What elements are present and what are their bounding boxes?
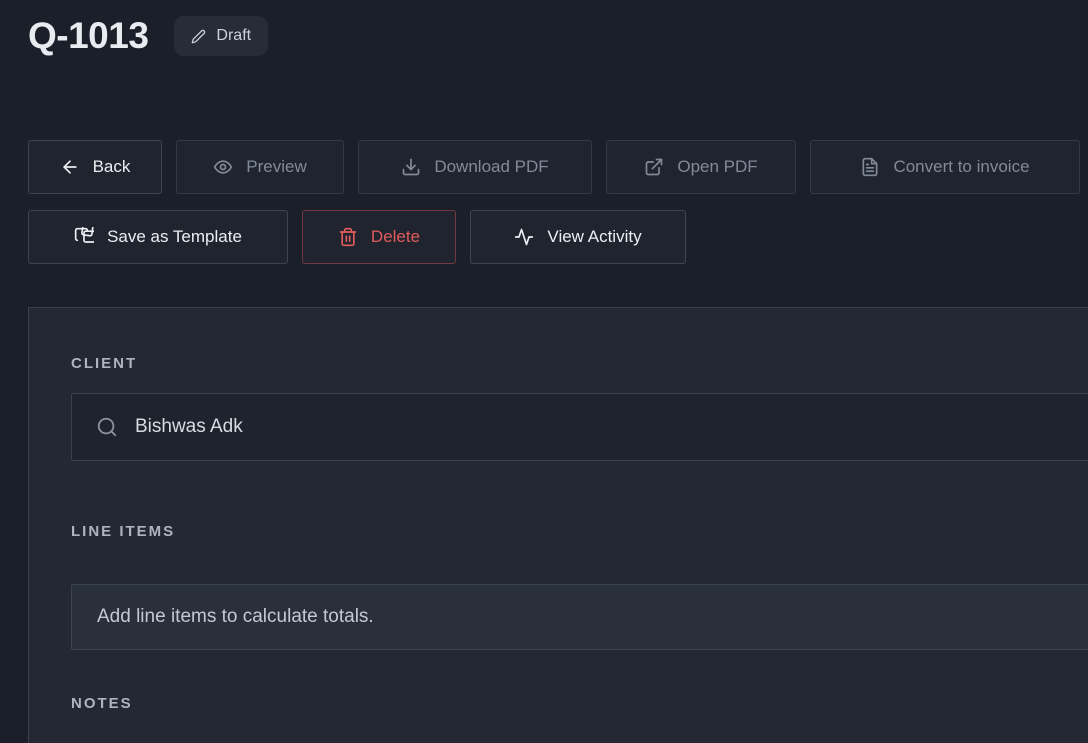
download-pdf-button[interactable]: Download PDF	[358, 140, 592, 194]
client-search-input[interactable]	[135, 394, 1088, 460]
trash-icon	[338, 227, 358, 247]
save-as-template-button-label: Save as Template	[107, 227, 242, 247]
convert-to-invoice-button-label: Convert to invoice	[893, 157, 1029, 177]
line-items-section-label: LINE ITEMS	[71, 523, 1088, 540]
back-button-label: Back	[93, 157, 131, 177]
pencil-icon	[191, 29, 206, 44]
toolbar-row-1: Back Preview Download PDF Open PDF Conve…	[28, 140, 1088, 194]
convert-to-invoice-button[interactable]: Convert to invoice	[810, 140, 1080, 194]
quote-detail-panel: CLIENT LINE ITEMS Add line items to calc…	[28, 307, 1088, 743]
preview-button-label: Preview	[246, 157, 306, 177]
download-pdf-button-label: Download PDF	[434, 157, 548, 177]
activity-icon	[514, 227, 534, 247]
page-header: Q-1013 Draft	[0, 0, 1088, 60]
client-section-label: CLIENT	[71, 355, 1088, 372]
view-activity-button[interactable]: View Activity	[470, 210, 686, 264]
page-title: Q-1013	[28, 15, 148, 57]
delete-button[interactable]: Delete	[302, 210, 456, 264]
copy-icon	[74, 227, 94, 247]
open-pdf-button-label: Open PDF	[677, 157, 757, 177]
line-items-empty-text: Add line items to calculate totals.	[97, 606, 374, 628]
client-search-box	[71, 393, 1088, 461]
line-items-empty-state: Add line items to calculate totals.	[71, 584, 1088, 650]
file-text-icon	[860, 157, 880, 177]
delete-button-label: Delete	[371, 227, 420, 247]
status-badge: Draft	[174, 16, 268, 56]
view-activity-button-label: View Activity	[547, 227, 641, 247]
toolbar-row-2: Save as Template Delete View Activity	[28, 210, 1088, 264]
eye-icon	[213, 157, 233, 177]
external-link-icon	[644, 157, 664, 177]
arrow-left-icon	[60, 157, 80, 177]
status-badge-label: Draft	[216, 27, 251, 45]
search-icon	[96, 416, 118, 438]
preview-button[interactable]: Preview	[176, 140, 344, 194]
notes-section-label: NOTES	[71, 695, 1088, 712]
save-as-template-button[interactable]: Save as Template	[28, 210, 288, 264]
download-icon	[401, 157, 421, 177]
open-pdf-button[interactable]: Open PDF	[606, 140, 796, 194]
back-button[interactable]: Back	[28, 140, 162, 194]
